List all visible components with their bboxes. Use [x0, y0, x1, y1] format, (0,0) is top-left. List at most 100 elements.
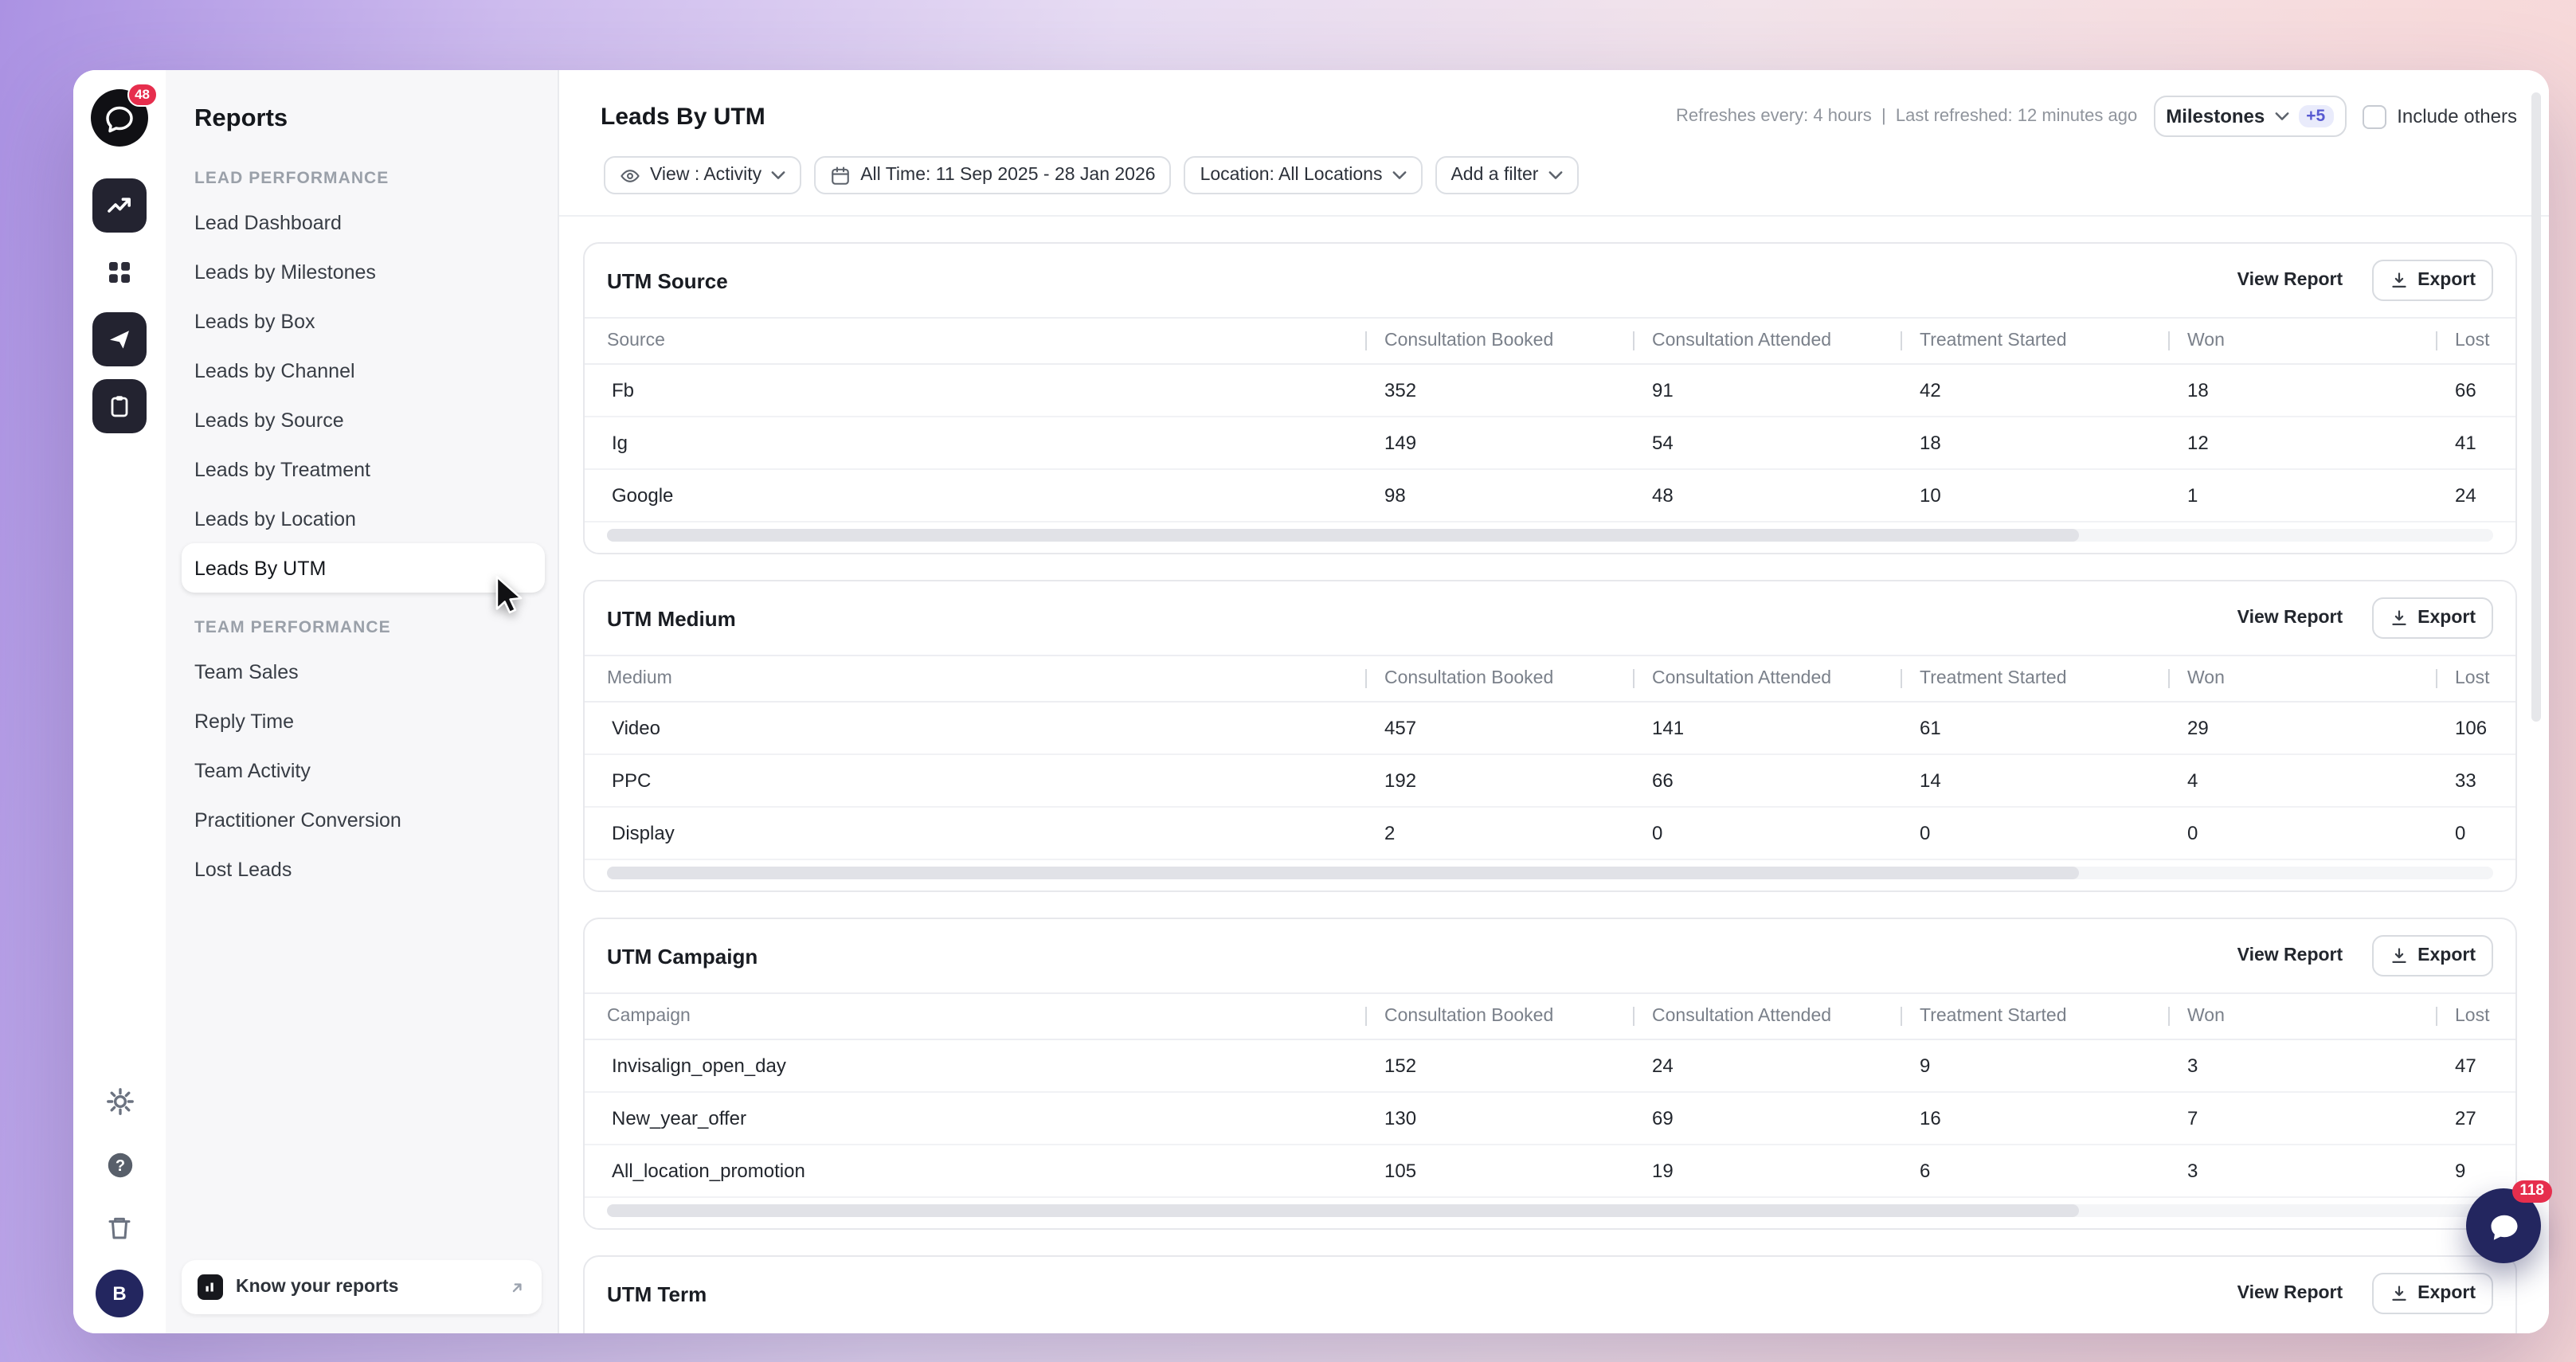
column-header: Won — [2168, 331, 2436, 350]
sidebar-item-lost-leads[interactable]: Lost Leads — [182, 844, 545, 894]
scrollbar-thumb[interactable] — [607, 867, 2078, 879]
utm-source-table: Source Consultation Booked Consultation … — [585, 317, 2515, 553]
column-header: Consultation Booked — [1365, 669, 1633, 688]
section-label-team-performance: TEAM PERFORMANCE — [194, 618, 545, 637]
sidebar-item-lead-dashboard[interactable]: Lead Dashboard — [182, 198, 545, 247]
table-row: New_year_offer 130 69 16 7 27 — [585, 1093, 2515, 1145]
nav-tasks-icon[interactable] — [92, 379, 147, 433]
sidebar-item-leads-by-box[interactable]: Leads by Box — [182, 296, 545, 346]
horizontal-scrollbar[interactable] — [607, 1204, 2493, 1217]
app-logo[interactable]: 48 — [91, 89, 148, 147]
column-header: Consultation Attended — [1633, 331, 1901, 350]
include-others-checkbox[interactable] — [2362, 104, 2386, 128]
view-report-link[interactable]: View Report — [2237, 271, 2343, 290]
view-report-link[interactable]: View Report — [2237, 1284, 2343, 1303]
chat-bubble-icon — [2486, 1208, 2521, 1243]
export-label: Export — [2417, 1284, 2476, 1303]
cell-value: 152 — [1365, 1055, 1633, 1077]
cell-value: 105 — [1365, 1160, 1633, 1182]
cell-value: 48 — [1633, 484, 1901, 507]
cell-value: 54 — [1633, 432, 1901, 454]
settings-icon[interactable] — [96, 1077, 143, 1125]
view-report-link[interactable]: View Report — [2237, 946, 2343, 965]
cell-value: 3 — [2168, 1160, 2436, 1182]
trash-icon[interactable] — [96, 1204, 143, 1252]
chat-widget-button[interactable]: 118 — [2466, 1188, 2541, 1263]
view-filter-button[interactable]: View : Activity — [604, 156, 801, 194]
scrollbar-thumb[interactable] — [607, 1204, 2078, 1217]
sidebar-item-reply-time[interactable]: Reply Time — [182, 696, 545, 746]
cell-value: 352 — [1365, 379, 1633, 401]
card-title: UTM Source — [607, 268, 728, 292]
horizontal-scrollbar[interactable] — [607, 529, 2493, 542]
table-row: Google 98 48 10 1 24 — [585, 470, 2515, 522]
location-filter-button[interactable]: Location: All Locations — [1184, 156, 1423, 194]
utm-term-card: UTM Term View Report Export — [583, 1255, 2517, 1333]
cell-value: 0 — [2436, 822, 2515, 844]
sidebar-title: Reports — [194, 105, 545, 134]
sidebar-item-practitioner-conversion[interactable]: Practitioner Conversion — [182, 795, 545, 844]
download-icon — [2389, 271, 2408, 290]
cell-value: 2 — [1365, 822, 1633, 844]
sidebar-item-leads-by-source[interactable]: Leads by Source — [182, 395, 545, 444]
view-report-link[interactable]: View Report — [2237, 609, 2343, 628]
help-icon[interactable]: ? — [96, 1141, 143, 1188]
sidebar-item-leads-by-channel[interactable]: Leads by Channel — [182, 346, 545, 395]
include-others-label: Include others — [2397, 105, 2517, 127]
section-label-lead-performance: LEAD PERFORMANCE — [194, 169, 545, 188]
table-row: Ig 149 54 18 12 41 — [585, 417, 2515, 470]
cell-value: 41 — [2436, 432, 2515, 454]
sidebar-item-leads-by-location[interactable]: Leads by Location — [182, 494, 545, 543]
date-range-filter-button[interactable]: All Time: 11 Sep 2025 - 28 Jan 2026 — [814, 156, 1171, 194]
sidebar-item-team-sales[interactable]: Team Sales — [182, 647, 545, 696]
cell-value: 66 — [1633, 769, 1901, 792]
cell-value: 16 — [1901, 1107, 2168, 1129]
horizontal-scrollbar[interactable] — [607, 867, 2493, 879]
sidebar-item-team-activity[interactable]: Team Activity — [182, 746, 545, 795]
column-header: Consultation Attended — [1633, 1007, 1901, 1026]
trending-up-icon — [105, 191, 134, 220]
row-label: All_location_promotion — [585, 1160, 1365, 1182]
user-avatar[interactable]: B — [96, 1270, 143, 1317]
include-others-control: Include others — [2362, 104, 2517, 128]
sidebar-item-leads-by-treatment[interactable]: Leads by Treatment — [182, 444, 545, 494]
table-row: Display 2 0 0 0 0 — [585, 808, 2515, 860]
know-your-reports-link[interactable]: Know your reports — [182, 1260, 542, 1314]
column-header: Won — [2168, 669, 2436, 688]
cell-value: 66 — [2436, 379, 2515, 401]
know-your-reports-label: Know your reports — [236, 1278, 495, 1297]
download-icon — [2389, 946, 2408, 965]
card-actions: View Report Export — [2237, 260, 2493, 301]
nav-reports-icon[interactable] — [92, 178, 147, 233]
add-filter-button[interactable]: Add a filter — [1435, 156, 1578, 194]
sidebar-item-leads-by-utm[interactable]: Leads By UTM — [182, 543, 545, 593]
scrollbar-thumb[interactable] — [607, 529, 2078, 542]
cell-value: 457 — [1365, 717, 1633, 739]
milestones-dropdown[interactable]: Milestones +5 — [2153, 96, 2346, 137]
cell-value: 18 — [2168, 379, 2436, 401]
table-row: All_location_promotion 105 19 6 3 9 — [585, 1145, 2515, 1198]
table-header-row: Medium Consultation Booked Consultation … — [585, 655, 2515, 703]
grid-icon — [105, 258, 134, 287]
cell-value: 14 — [1901, 769, 2168, 792]
export-button[interactable]: Export — [2371, 597, 2493, 639]
utm-campaign-table: Campaign Consultation Booked Consultatio… — [585, 992, 2515, 1228]
column-header: Consultation Booked — [1365, 331, 1633, 350]
column-header: Source — [585, 331, 1365, 350]
card-actions: View Report Export — [2237, 1273, 2493, 1314]
column-header: Lost — [2436, 331, 2515, 350]
cell-value: 6 — [1901, 1160, 2168, 1182]
vertical-scrollbar[interactable] — [2531, 92, 2541, 722]
nav-apps-icon[interactable] — [92, 245, 147, 299]
cell-value: 18 — [1901, 432, 2168, 454]
utm-source-card: UTM Source View Report Export Source — [583, 242, 2517, 554]
card-title: UTM Campaign — [607, 944, 758, 968]
chevron-down-icon — [1392, 170, 1406, 180]
export-button[interactable]: Export — [2371, 1273, 2493, 1314]
nav-campaigns-icon[interactable] — [92, 312, 147, 366]
export-button[interactable]: Export — [2371, 935, 2493, 976]
cell-value: 1 — [2168, 484, 2436, 507]
export-button[interactable]: Export — [2371, 260, 2493, 301]
view-filter-label: View : Activity — [650, 166, 761, 185]
sidebar-item-leads-by-milestones[interactable]: Leads by Milestones — [182, 247, 545, 296]
